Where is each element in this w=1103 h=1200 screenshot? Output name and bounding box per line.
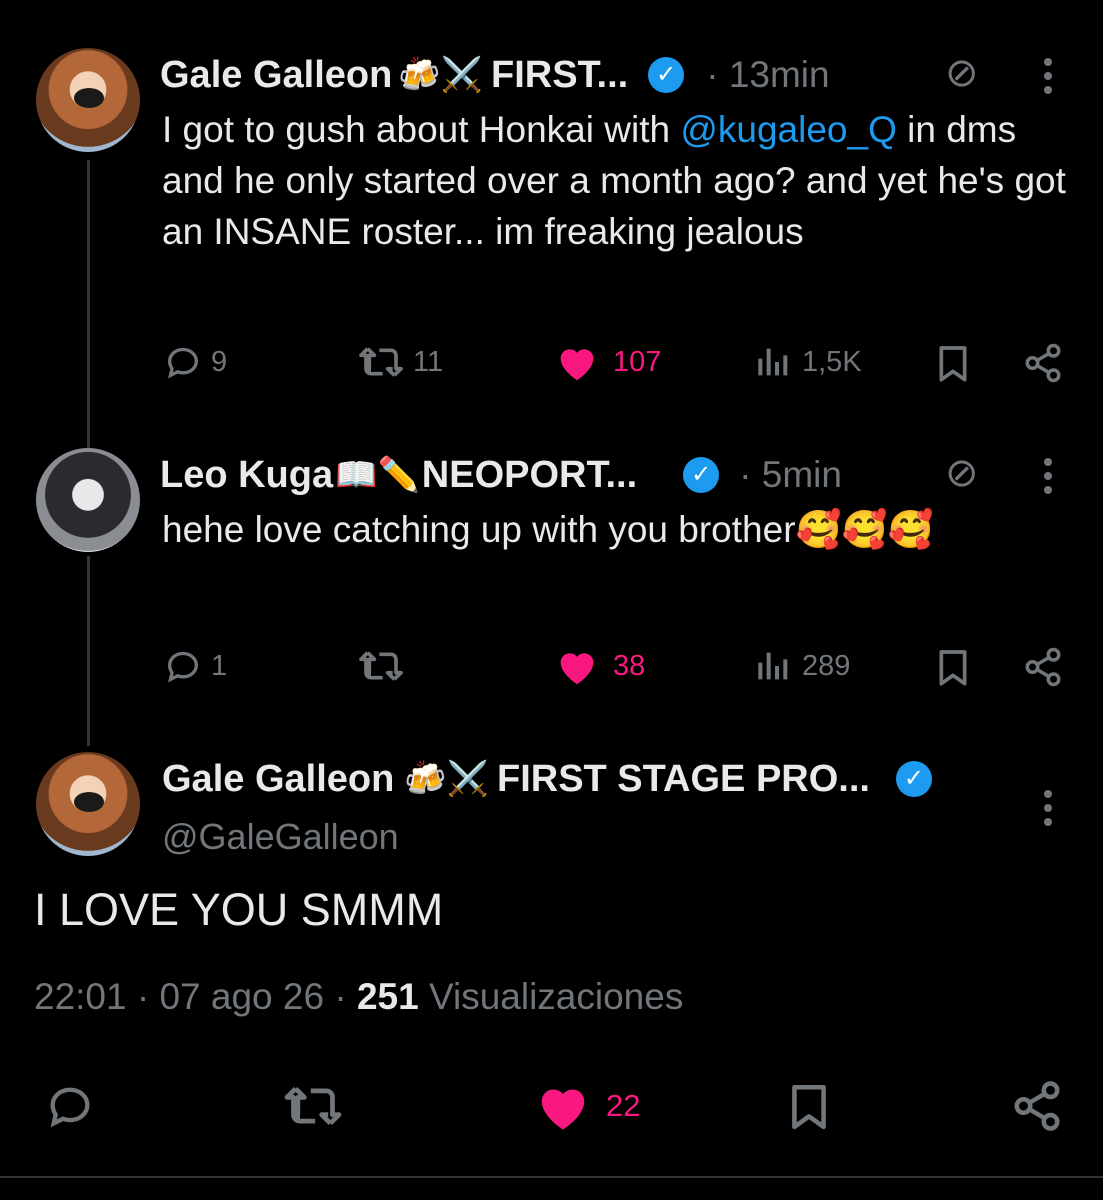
repost-icon	[284, 1086, 342, 1126]
name-emoji: 🍻⚔️	[398, 56, 483, 94]
bookmark-icon	[792, 1084, 826, 1130]
name-emoji: 📖✏️	[335, 456, 420, 494]
bookmark-button[interactable]	[933, 342, 973, 384]
more-options-icon[interactable]	[1044, 58, 1054, 100]
views-count: 289	[802, 649, 851, 682]
reply-icon	[167, 347, 199, 379]
post-date[interactable]: 22:01 · 07 ago 26 ·	[34, 976, 357, 1017]
repost-icon	[359, 347, 403, 377]
share-icon	[1025, 343, 1061, 383]
like-count: 38	[613, 649, 646, 682]
author-name-tail[interactable]: NEOPORT...	[422, 454, 637, 497]
views-button[interactable]: 289	[752, 646, 850, 686]
main-header: Gale Galleon 🍻⚔️ FIRST STAGE PRO... ✓	[162, 756, 932, 802]
repost-count: 11	[413, 345, 444, 378]
views-label: Visualizaciones	[418, 976, 684, 1017]
repost-button[interactable]	[357, 646, 405, 686]
like-button[interactable]: 107	[555, 342, 661, 382]
grok-icon[interactable]: ⊘	[945, 50, 979, 96]
views-total: 251	[356, 976, 419, 1017]
heart-icon	[541, 1089, 585, 1130]
analytics-icon	[758, 348, 788, 376]
reply-header: Gale Galleon 🍻⚔️ FIRST... ✓ · 13min	[160, 52, 830, 98]
share-button[interactable]	[1022, 342, 1064, 384]
verified-badge-icon: ✓	[683, 457, 720, 493]
repost-icon	[359, 651, 403, 681]
reply-text: I got to gush about Honkai with @kugaleo…	[162, 104, 1087, 257]
thread-connector	[87, 160, 90, 460]
more-options-icon[interactable]	[1044, 790, 1054, 832]
verified-badge-icon: ✓	[648, 57, 685, 93]
author-name[interactable]: Leo Kuga	[160, 454, 333, 497]
author-handle[interactable]: @GaleGalleon	[162, 816, 399, 858]
reply-icon	[50, 1087, 90, 1128]
share-icon	[1014, 1081, 1060, 1131]
avatar[interactable]	[36, 752, 140, 856]
reply-button[interactable]: 1	[163, 646, 227, 686]
repost-button[interactable]	[282, 1080, 344, 1132]
views-button[interactable]: 1,5K	[752, 342, 862, 382]
mention-link[interactable]: @kugaleo_Q	[680, 109, 897, 150]
reply-header: Leo Kuga 📖✏️ NEOPORT... ✓ · 5min	[160, 452, 842, 498]
heart-icon	[560, 653, 594, 685]
share-icon	[1025, 647, 1061, 687]
like-count: 107	[613, 345, 662, 378]
reply-button[interactable]	[44, 1080, 96, 1132]
post-time[interactable]: · 5min	[739, 454, 842, 496]
reply-button[interactable]: 9	[163, 342, 227, 382]
reply-count: 1	[211, 649, 228, 682]
post-time[interactable]: · 13min	[706, 54, 829, 96]
reply-icon	[167, 651, 199, 683]
main-text: I LOVE YOU SMMM	[34, 884, 444, 935]
repost-button[interactable]: 11	[357, 342, 443, 382]
author-name[interactable]: Gale Galleon	[162, 758, 394, 801]
share-button[interactable]	[1022, 646, 1064, 688]
bookmark-button[interactable]	[784, 1078, 834, 1134]
avatar[interactable]	[36, 448, 140, 552]
avatar[interactable]	[36, 48, 140, 152]
thread-connector	[87, 556, 90, 746]
author-name-tail[interactable]: FIRST STAGE PRO...	[497, 758, 870, 801]
reply-count: 9	[211, 345, 228, 378]
bookmark-icon	[939, 650, 967, 686]
name-emoji: 🍻⚔️	[404, 760, 489, 798]
bookmark-button[interactable]	[933, 646, 973, 688]
share-button[interactable]	[1010, 1078, 1064, 1134]
views-count: 1,5K	[802, 345, 862, 378]
grok-icon[interactable]: ⊘	[945, 450, 979, 496]
author-name[interactable]: Gale Galleon	[160, 54, 392, 97]
author-name-tail[interactable]: FIRST...	[491, 54, 628, 97]
more-options-icon[interactable]	[1044, 458, 1054, 500]
reply-text-part: I got to gush about Honkai with	[162, 109, 681, 150]
analytics-icon	[758, 652, 788, 680]
heart-icon	[560, 349, 594, 381]
like-count: 22	[606, 1088, 641, 1123]
bookmark-icon	[939, 346, 967, 382]
reply-text: hehe love catching up with you brother🥰🥰…	[162, 509, 934, 550]
verified-badge-icon: ✓	[895, 761, 932, 797]
like-button[interactable]: 22	[534, 1080, 640, 1132]
like-button[interactable]: 38	[555, 646, 645, 686]
divider	[0, 1176, 1103, 1178]
post-timestamp: 22:01 · 07 ago 26 · 251 Visualizaciones	[34, 976, 683, 1018]
